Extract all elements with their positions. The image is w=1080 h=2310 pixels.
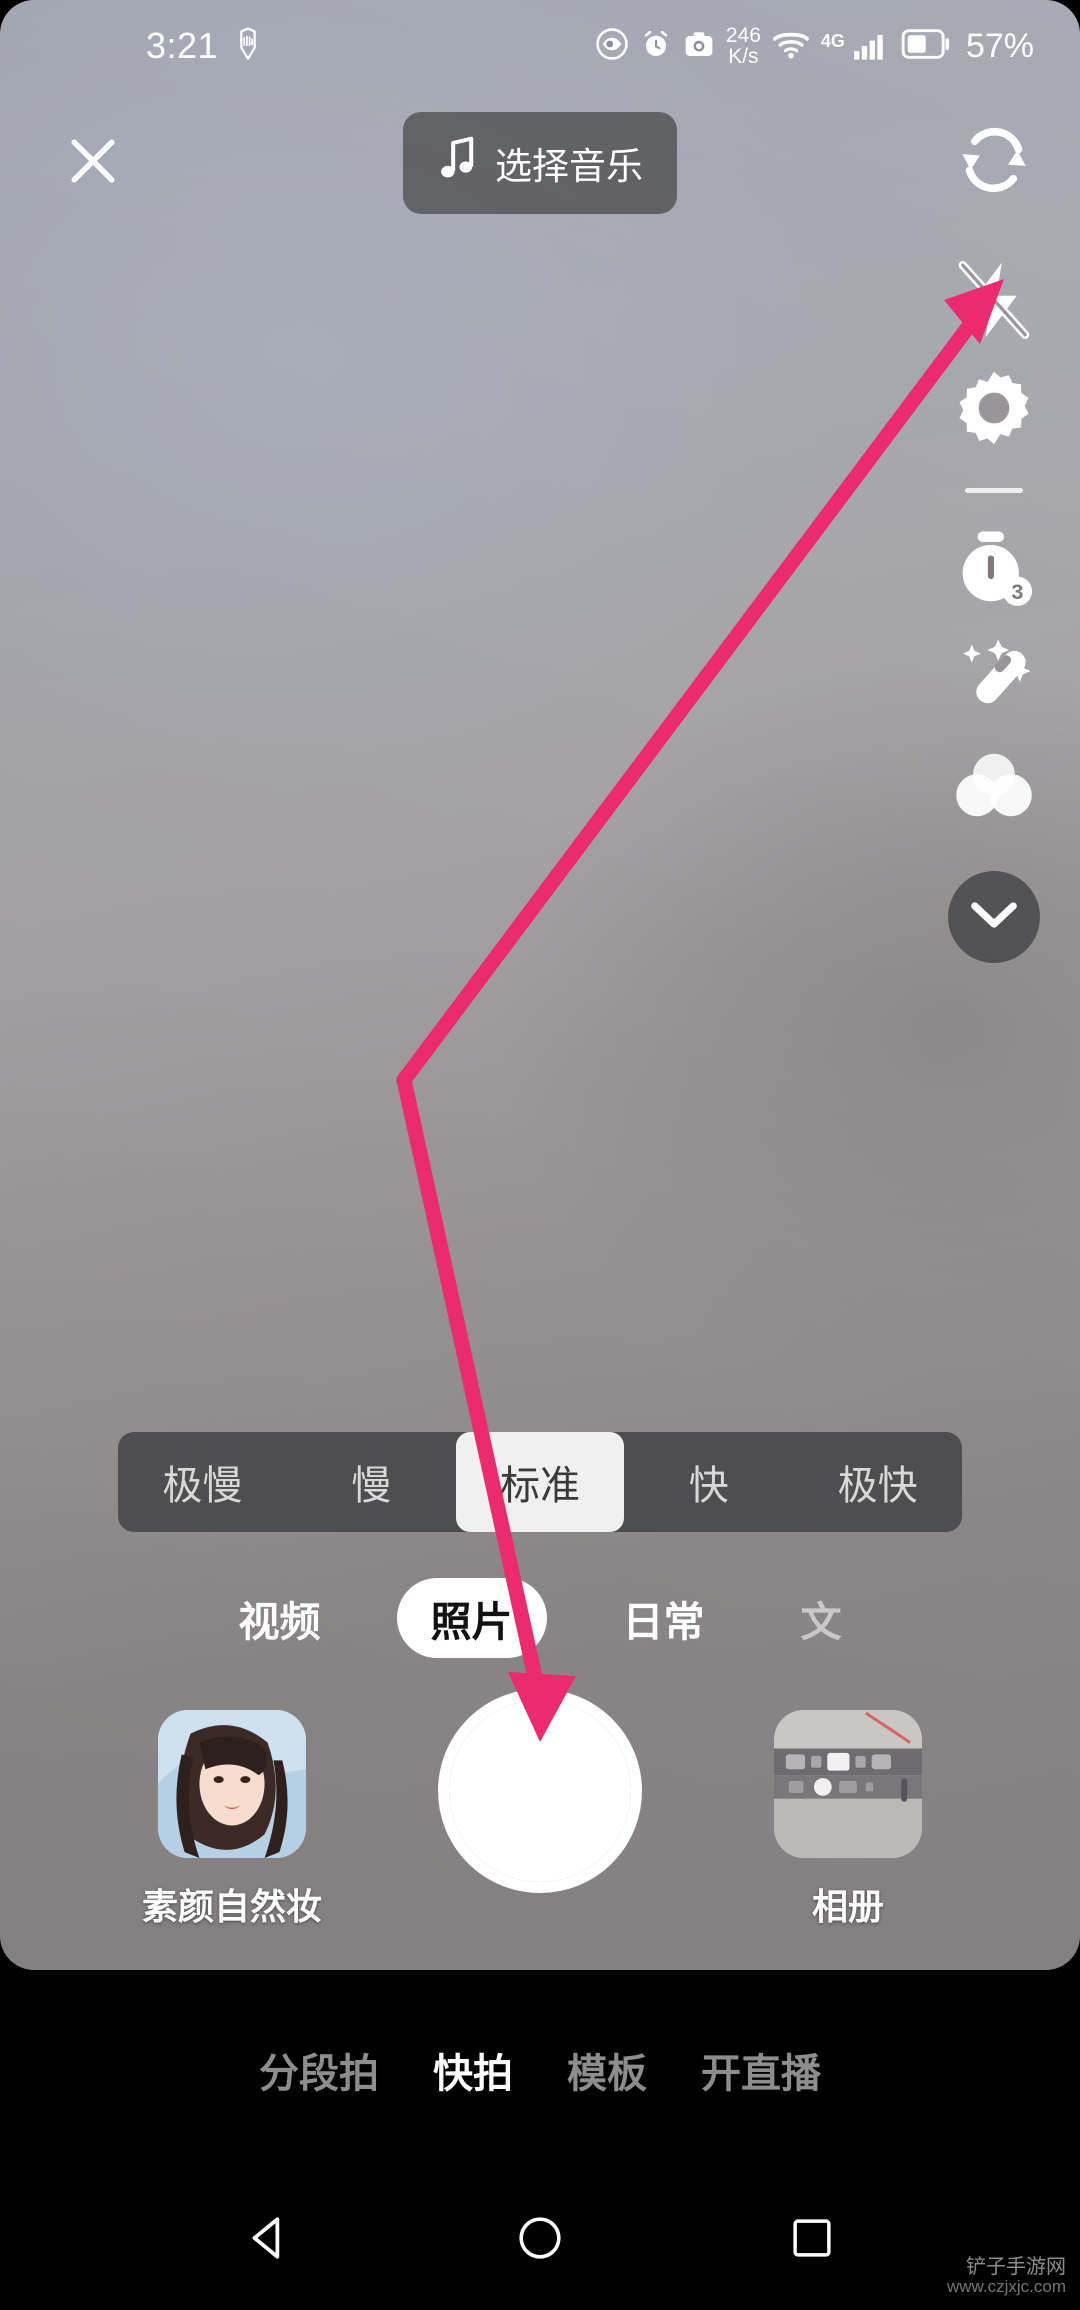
- select-music-label: 选择音乐: [495, 146, 643, 187]
- recents-icon: [789, 2215, 835, 2266]
- home-button[interactable]: [504, 2204, 576, 2276]
- timer-button[interactable]: 3: [940, 517, 1048, 625]
- wifi-icon: [772, 28, 810, 65]
- magic-wand-icon: [952, 635, 1036, 724]
- speed-option-very-fast[interactable]: 极快: [793, 1432, 962, 1532]
- network-speed: 246 K/s: [725, 24, 761, 68]
- mode-option-photo[interactable]: 照片: [396, 1578, 547, 1658]
- tab-live[interactable]: 开直播: [701, 2041, 821, 2099]
- speed-selector: 极慢 慢 标准 快 极快: [118, 1432, 962, 1532]
- filters-button[interactable]: [940, 733, 1048, 841]
- camera-right-toolbar: 3: [940, 248, 1048, 963]
- toolbar-divider: [965, 488, 1023, 493]
- beauty-preset-thumbnail: [158, 1710, 306, 1858]
- capture-controls: 素颜自然妆 相册: [0, 1689, 1080, 1970]
- chevron-down-icon: [970, 900, 1018, 935]
- home-icon: [516, 2214, 564, 2267]
- hand-icon: [232, 26, 264, 67]
- android-navigation-bar: [0, 2170, 1080, 2310]
- flip-camera-icon: [956, 122, 1032, 203]
- close-button[interactable]: [48, 118, 138, 208]
- mode-option-video[interactable]: 视频: [219, 1580, 341, 1656]
- alarm-icon: [640, 27, 672, 66]
- tab-segment-capture[interactable]: 分段拍: [259, 2041, 379, 2099]
- camera-top-bar: 选择音乐: [0, 96, 1080, 236]
- svg-text:3: 3: [1011, 579, 1023, 604]
- album-label: 相册: [811, 1886, 884, 1927]
- status-bar-left: 3:21: [146, 25, 264, 67]
- speed-option-slow[interactable]: 慢: [287, 1432, 456, 1532]
- settings-gear-icon: [954, 368, 1034, 453]
- tab-quick-capture[interactable]: 快拍: [433, 2041, 513, 2099]
- watermark-title: 铲子手游网: [966, 2256, 1066, 2279]
- network-type-label: 4G: [820, 31, 845, 51]
- beauty-preset-button[interactable]: 素颜自然妆: [142, 1710, 322, 1930]
- flip-camera-button[interactable]: [948, 116, 1040, 208]
- eye-icon: [595, 27, 629, 66]
- music-note-icon: [437, 136, 477, 191]
- speed-option-fast[interactable]: 快: [624, 1432, 793, 1532]
- speed-option-standard[interactable]: 标准: [455, 1432, 625, 1532]
- status-time: 3:21: [146, 25, 219, 66]
- watermark-url: www.czjxjc.com: [946, 2277, 1066, 2297]
- tab-template[interactable]: 模板: [567, 2041, 647, 2099]
- beauty-button[interactable]: [940, 625, 1048, 733]
- watermark: 铲子手游网 www.czjxjc.com: [947, 2257, 1066, 2296]
- battery-icon: [901, 28, 951, 64]
- album-button[interactable]: 相册: [758, 1710, 938, 1930]
- back-icon: [243, 2213, 293, 2268]
- status-bar: 3:21 246 K/s 4G 57%: [0, 0, 1080, 92]
- album-thumbnail: [774, 1710, 922, 1858]
- filters-icon: [952, 748, 1036, 827]
- capture-mode-selector: 视频 照片 日常 文: [0, 1572, 1080, 1664]
- back-button[interactable]: [232, 2204, 304, 2276]
- signal-icon: [852, 27, 890, 66]
- camera-preview[interactable]: [0, 0, 1080, 1970]
- timer-icon: 3: [953, 527, 1035, 616]
- bottom-tab-bar: 分段拍 快拍 模板 开直播: [0, 1970, 1080, 2170]
- mode-option-daily[interactable]: 日常: [603, 1580, 725, 1656]
- phone-screen: 3:21 246 K/s 4G 57% 选择音乐 3 极慢 慢 标准 快 极快 …: [0, 0, 1080, 2310]
- status-bar-right: 246 K/s 4G 57%: [595, 25, 1034, 67]
- close-icon: [63, 131, 123, 196]
- mode-option-text[interactable]: 文: [781, 1580, 862, 1656]
- recents-button[interactable]: [776, 2204, 848, 2276]
- camera-icon: [683, 29, 715, 64]
- flash-off-button[interactable]: [940, 248, 1048, 356]
- battery-percent: 57%: [965, 26, 1034, 65]
- select-music-button[interactable]: 选择音乐: [403, 112, 677, 214]
- speed-option-very-slow[interactable]: 极慢: [118, 1432, 287, 1532]
- settings-button[interactable]: [940, 356, 1048, 464]
- collapse-toolbar-button[interactable]: [948, 871, 1040, 963]
- beauty-preset-label: 素颜自然妆: [142, 1886, 323, 1927]
- shutter-button[interactable]: [438, 1689, 642, 1893]
- flash-off-icon: [954, 258, 1034, 347]
